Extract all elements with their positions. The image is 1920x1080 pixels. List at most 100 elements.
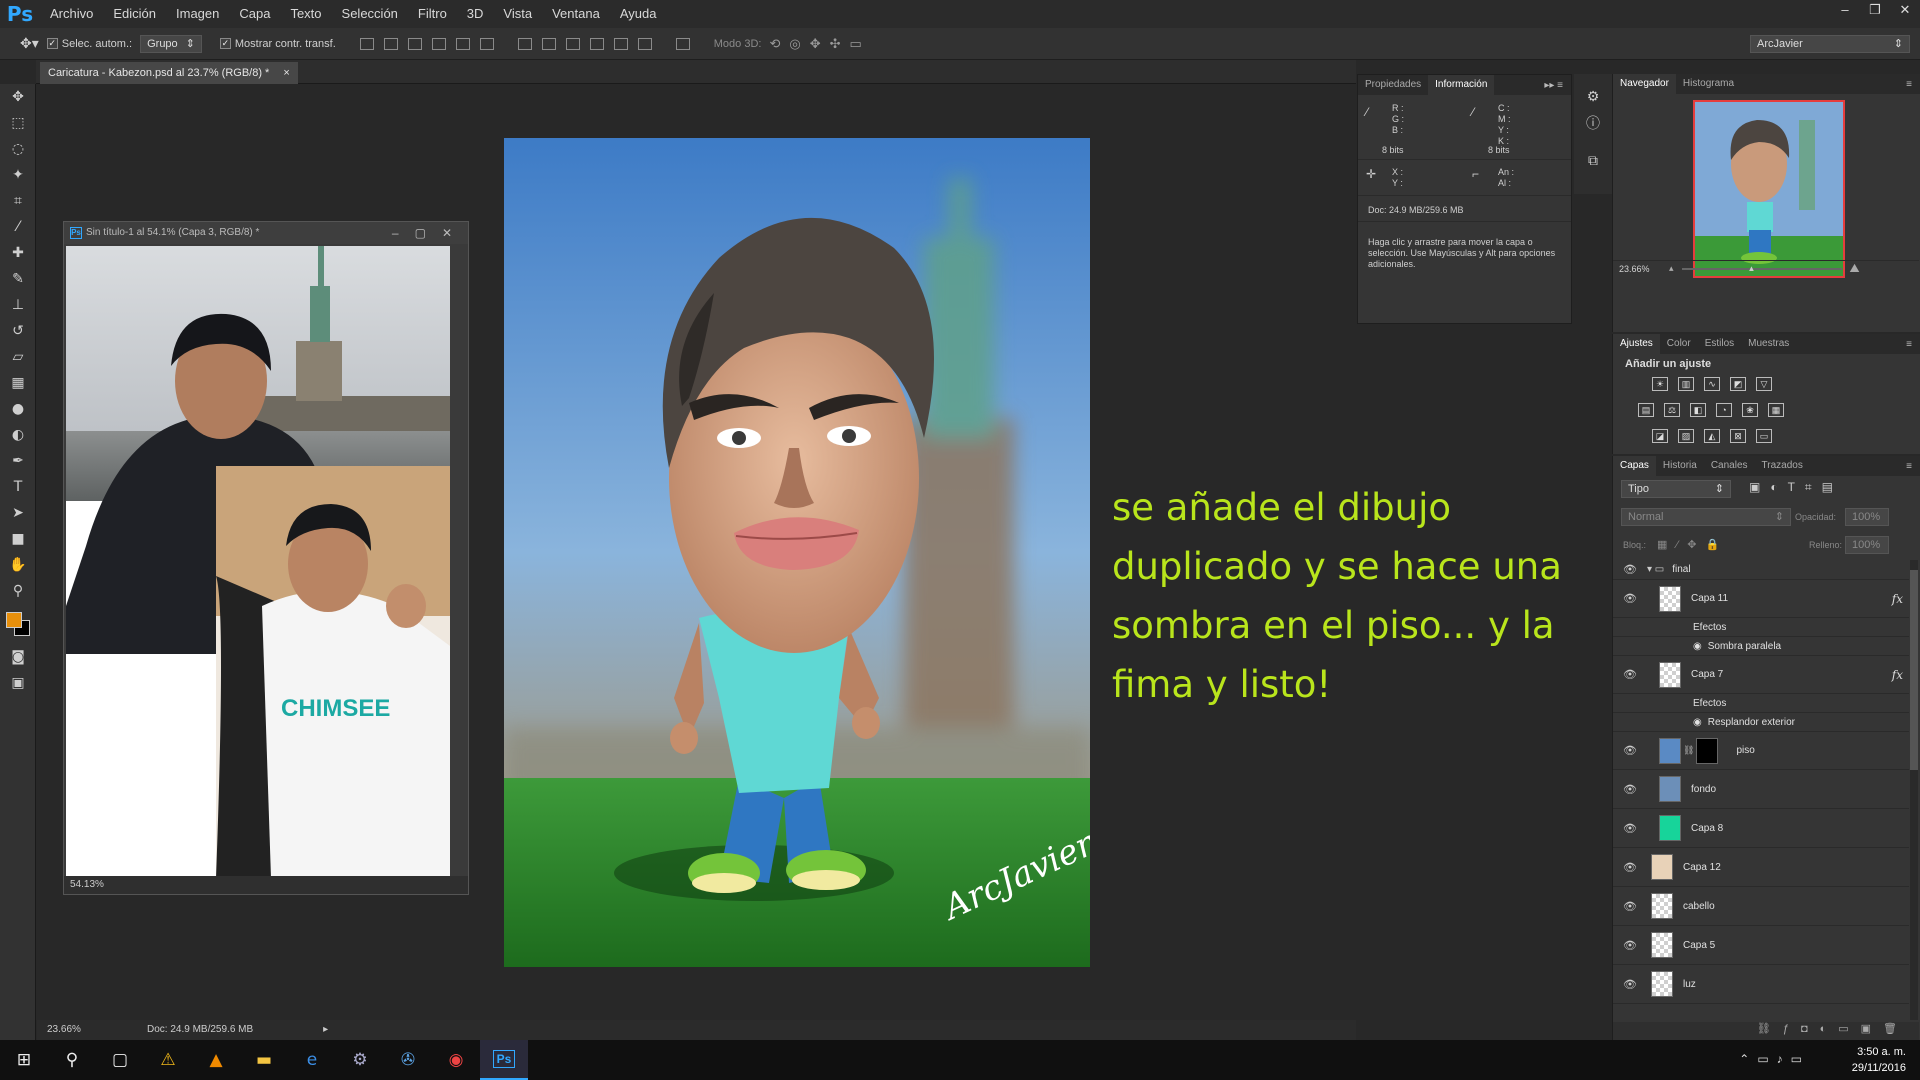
dodge-tool-icon[interactable]: ◐ bbox=[0, 422, 36, 448]
distribute-right-icon[interactable] bbox=[637, 37, 652, 50]
vlc-icon[interactable]: ▲ bbox=[192, 1040, 240, 1080]
menu-ayuda[interactable]: Ayuda bbox=[610, 0, 667, 28]
scrollbar-thumb[interactable] bbox=[1910, 570, 1918, 770]
opacity-field[interactable]: 100% bbox=[1845, 508, 1889, 526]
photoshop-taskbar-icon[interactable]: Ps bbox=[480, 1040, 528, 1080]
panel-menu-icon[interactable]: ≡ bbox=[1906, 79, 1920, 90]
restore-button[interactable]: ❐ bbox=[1860, 0, 1890, 20]
tab-ajustes[interactable]: Ajustes bbox=[1613, 334, 1660, 354]
floating-document-window[interactable]: Ps Sin título-1 al 54.1% (Capa 3, RGB/8)… bbox=[63, 221, 469, 895]
close-tab-icon[interactable]: × bbox=[283, 62, 289, 84]
layer-capa-8[interactable]: 👁 Capa 8 bbox=[1613, 809, 1909, 848]
taskbar-clock[interactable]: 3:50 a. m. 29/11/2016 bbox=[1852, 1044, 1906, 1076]
app-warning-icon[interactable]: ⚠ bbox=[144, 1040, 192, 1080]
auto-align-icon[interactable] bbox=[675, 37, 690, 50]
screen-mode-icon[interactable]: ▣ bbox=[0, 670, 36, 696]
layer-fondo[interactable]: 👁 fondo bbox=[1613, 770, 1909, 809]
auto-select-dropdown[interactable]: Grupo ⇕ bbox=[140, 34, 202, 53]
lasso-tool-icon[interactable]: ◌ bbox=[0, 136, 36, 162]
type-tool-icon[interactable]: T bbox=[0, 474, 36, 500]
history-brush-icon[interactable]: ↺ bbox=[0, 318, 36, 344]
system-tray-icons[interactable]: ⌃▭♪▭ bbox=[1739, 1052, 1810, 1066]
vibrance-icon[interactable]: ▽ bbox=[1756, 377, 1772, 391]
doc-size[interactable]: Doc: 24.9 MB/259.6 MB bbox=[137, 1020, 253, 1040]
close-button[interactable]: ✕ bbox=[1890, 0, 1920, 20]
task-view-icon[interactable]: ▢ bbox=[96, 1040, 144, 1080]
tab-trazados[interactable]: Trazados bbox=[1755, 456, 1810, 476]
fx-icon[interactable]: fx bbox=[1892, 668, 1903, 682]
eye-icon[interactable]: 👁 bbox=[1619, 592, 1641, 605]
tab-historia[interactable]: Historia bbox=[1656, 456, 1704, 476]
menu-filtro[interactable]: Filtro bbox=[408, 0, 457, 28]
eye-icon[interactable]: 👁 bbox=[1619, 861, 1641, 874]
chain-icon[interactable]: ⛓ bbox=[1683, 745, 1694, 756]
minimize-button[interactable]: – bbox=[392, 222, 399, 244]
align-top-icon[interactable] bbox=[359, 37, 374, 50]
navigator-zoom-value[interactable]: 23.66% bbox=[1613, 264, 1669, 274]
tab-informacion[interactable]: Información bbox=[1428, 75, 1495, 95]
auto-select-checkbox[interactable]: ✓ Selec. autom.: bbox=[46, 38, 132, 50]
properties-panel-icon[interactable]: ⚙ bbox=[1574, 84, 1612, 110]
tab-muestras[interactable]: Muestras bbox=[1741, 334, 1796, 354]
eyedropper-icon[interactable]: ⁄ bbox=[0, 214, 36, 240]
zoom-slider[interactable]: ▲ bbox=[1681, 264, 1842, 273]
marquee-tool-icon[interactable]: ⬚ bbox=[0, 110, 36, 136]
distribute-vcenter-icon[interactable] bbox=[541, 37, 556, 50]
document-tab[interactable]: Caricatura - Kabezon.psd al 23.7% (RGB/8… bbox=[40, 62, 298, 84]
shape-tool-icon[interactable]: ■ bbox=[0, 526, 36, 552]
magic-wand-icon[interactable]: ✦ bbox=[0, 162, 36, 188]
tab-estilos[interactable]: Estilos bbox=[1698, 334, 1741, 354]
brightness-icon[interactable]: ☀ bbox=[1652, 377, 1668, 391]
3d-tools-icons[interactable]: ⟲◎✥✣▭ bbox=[769, 36, 870, 52]
close-button[interactable]: ✕ bbox=[442, 222, 452, 244]
info-panel-icon[interactable]: ⓘ bbox=[1574, 110, 1612, 136]
exposure-icon[interactable]: ◩ bbox=[1730, 377, 1746, 391]
caricature-artwork[interactable]: ArcJavier 16 bbox=[504, 138, 1090, 967]
menu-3d[interactable]: 3D bbox=[457, 0, 494, 28]
layer-filter-dropdown[interactable]: Tipo ⇕ bbox=[1621, 480, 1731, 498]
slider-handle-icon[interactable]: ▲ bbox=[1748, 264, 1756, 273]
layer-luz[interactable]: 👁 luz bbox=[1613, 965, 1909, 1004]
steam-icon[interactable]: ⚙ bbox=[336, 1040, 384, 1080]
color-lookup-icon[interactable]: ▦ bbox=[1768, 403, 1784, 417]
reference-photo-canvas[interactable]: CHIMSEE bbox=[66, 246, 450, 878]
layer-cabello[interactable]: 👁 cabello bbox=[1613, 887, 1909, 926]
eye-icon[interactable]: 👁 bbox=[1619, 900, 1641, 913]
eraser-tool-icon[interactable]: ▱ bbox=[0, 344, 36, 370]
menu-imagen[interactable]: Imagen bbox=[166, 0, 229, 28]
hand-tool-icon[interactable]: ✋ bbox=[0, 552, 36, 578]
move-tool-icon[interactable]: ✥ bbox=[0, 84, 36, 110]
gradient-map-icon[interactable]: ▭ bbox=[1756, 429, 1772, 443]
layer-mask-thumbnail[interactable] bbox=[1696, 737, 1719, 764]
layers-footer-icons[interactable]: ⛓ƒ◘◐▭▣🗑 bbox=[1613, 1022, 1919, 1040]
floating-window-titlebar[interactable]: Ps Sin título-1 al 54.1% (Capa 3, RGB/8)… bbox=[64, 222, 468, 244]
menu-seleccion[interactable]: Selección bbox=[332, 0, 408, 28]
invert-icon[interactable]: ◪ bbox=[1652, 429, 1668, 443]
panel-menu-icon[interactable]: ≡ bbox=[1906, 339, 1920, 350]
menu-archivo[interactable]: Archivo bbox=[40, 0, 103, 28]
layer-capa-11[interactable]: 👁 Capa 11 fx bbox=[1613, 580, 1909, 618]
layer-effects-row[interactable]: Efectos bbox=[1613, 618, 1909, 637]
curves-icon[interactable]: ∿ bbox=[1704, 377, 1720, 391]
menu-capa[interactable]: Capa bbox=[229, 0, 280, 28]
zoom-out-icon[interactable]: ▴ bbox=[1669, 263, 1674, 274]
menu-edicion[interactable]: Edición bbox=[103, 0, 166, 28]
eye-icon[interactable]: 👁 bbox=[1619, 668, 1641, 681]
fill-field[interactable]: 100% bbox=[1845, 536, 1889, 554]
color-balance-icon[interactable]: ⚖ bbox=[1664, 403, 1680, 417]
navigator-preview[interactable] bbox=[1693, 100, 1845, 278]
blend-mode-dropdown[interactable]: Normal ⇕ bbox=[1621, 508, 1791, 526]
effect-drop-shadow[interactable]: ◉ Sombra paralela bbox=[1613, 637, 1909, 656]
channel-mixer-icon[interactable]: ❀ bbox=[1742, 403, 1758, 417]
app-icon[interactable]: ✇ bbox=[384, 1040, 432, 1080]
panel-menu-icon[interactable]: ▸▸ ≡ bbox=[1544, 80, 1571, 91]
windows-start-icon[interactable]: ⊞ bbox=[0, 1040, 48, 1080]
foreground-color-swatch[interactable] bbox=[6, 612, 22, 628]
distribute-top-icon[interactable] bbox=[517, 37, 532, 50]
black-white-icon[interactable]: ◧ bbox=[1690, 403, 1706, 417]
move-tool-preset-icon[interactable]: ✥▾ bbox=[20, 35, 39, 52]
align-bottom-icon[interactable] bbox=[407, 37, 422, 50]
menu-texto[interactable]: Texto bbox=[280, 0, 331, 28]
align-right-icon[interactable] bbox=[479, 37, 494, 50]
healing-brush-icon[interactable]: ✚ bbox=[0, 240, 36, 266]
